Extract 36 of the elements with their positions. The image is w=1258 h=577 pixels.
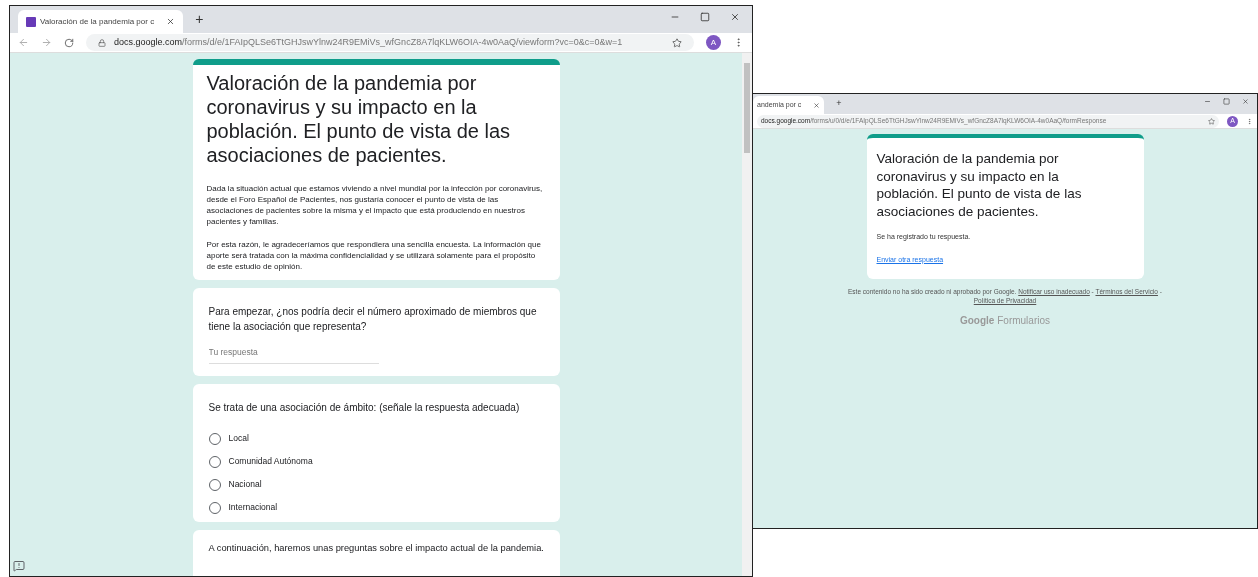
option-label: Internacional	[228, 501, 278, 514]
new-tab-button[interactable]: +	[836, 97, 842, 111]
browser-tab[interactable]: Valoración de la pandemia por c	[18, 10, 184, 33]
url-text: docs.google.com/forms/d/e/1FAIpQLSe6TtGHJswYlnw24R9EMiVs_wfGncZ8A7lqKLW6OIA-4w0AaQ/viewform?vc=0&c=0&w=1	[114, 35, 623, 49]
back-icon[interactable]	[18, 37, 29, 48]
question-text: Se trata de una asociación de ámbito: (señale la respuesta adecuada)	[208, 401, 521, 415]
form-title: Valoración de la pandemia por coronavirus y su impacto en la población. El punto de vista de las asociaciones de pacientes.	[876, 150, 1083, 220]
star-icon[interactable]	[672, 37, 682, 48]
question-text: Para empezar, ¿nos podría decir el número aproximado de miembros que tiene la asociación que representa?	[208, 305, 538, 334]
reload-icon[interactable]	[64, 37, 74, 48]
form-icon	[26, 16, 36, 27]
option-label: Local	[228, 432, 249, 445]
new-tab-button[interactable]: +	[195, 9, 204, 30]
feedback-icon[interactable]	[13, 560, 25, 572]
url-field[interactable]: docs.google.com/forms/d/e/1FAIpQLSe6TtGHJswYlnw24R9EMiVs_wfGncZ8A7lqKLW6OIA-4w0AaQ/viewform?vc=0&c=0&w=1	[86, 34, 694, 51]
answer-field[interactable]: Tu respuesta	[208, 346, 379, 364]
maximize-icon[interactable]	[700, 12, 710, 22]
google-forms-logo: Google Formularios	[960, 313, 1050, 328]
option-label: Nacional	[228, 478, 262, 491]
forward-icon[interactable]	[41, 37, 52, 48]
profile-avatar[interactable]: A	[706, 35, 721, 50]
star-icon[interactable]	[1208, 117, 1215, 125]
form-description: Por esta razón, le agradeceríamos que respondiera una sencilla encuesta. La información que aporte será tratada con la máxima confidencialidad y se utilizará solamente para el propósito de este estudio de opinión.	[206, 239, 542, 272]
tab-title: Valoración de la pandemia por c	[40, 15, 155, 28]
close-icon[interactable]	[730, 12, 740, 22]
form-description: Dada la situación actual que estamos viviendo a nivel mundial por la infección por coronavirus, desde el Foro Español de Pacientes, nos gustaría conocer el punto de vista de las asociaciones de pacientes sobre la misma y el impacto que está produciendo en nuestros pacientes y familias.	[206, 183, 544, 227]
section-text: A continuación, haremos unas preguntas sobre el impacto actual de la pandemia.	[208, 542, 544, 555]
close-icon[interactable]	[166, 17, 176, 26]
close-icon[interactable]	[813, 101, 821, 109]
lock-icon	[98, 38, 106, 47]
minimize-icon[interactable]	[1204, 98, 1211, 105]
maximize-icon[interactable]	[1223, 98, 1230, 105]
scrollbar[interactable]	[742, 53, 752, 576]
option-label: Comunidad Autónoma	[228, 455, 313, 468]
close-icon[interactable]	[1242, 98, 1249, 105]
form-title: Valoración de la pandemia por coronavirus y su impacto en la población. El punto de vista de las asociaciones de pacientes.	[206, 71, 512, 167]
